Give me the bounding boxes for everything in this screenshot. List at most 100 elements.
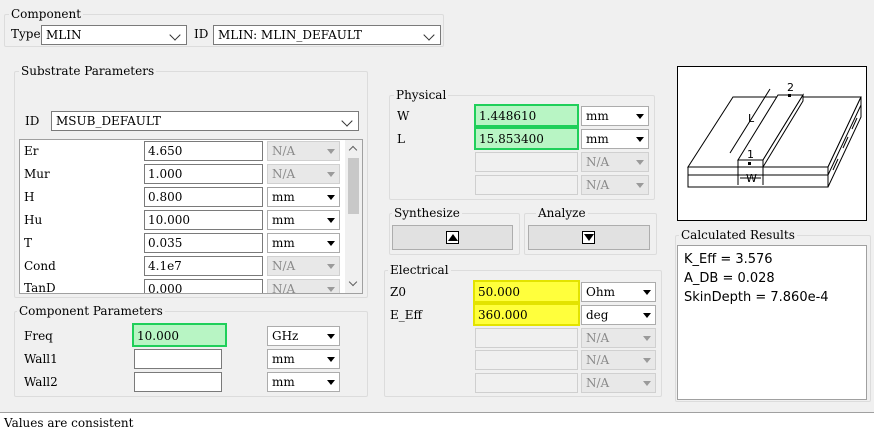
substrate-id-select[interactable]: MSUB_DEFAULT	[51, 111, 359, 131]
status-text: Values are consistent	[4, 416, 134, 430]
wall1-unit-select[interactable]: mm	[267, 349, 340, 369]
physical-w-input[interactable]: 1.448610	[474, 104, 579, 127]
chevron-down-icon	[636, 137, 644, 142]
param-cond-input[interactable]: 4.1e7	[144, 256, 263, 276]
port-2-label: 2	[787, 81, 794, 94]
freq-unit-select[interactable]: GHz	[267, 326, 340, 346]
param-cond-value: 4.1e7	[148, 259, 182, 273]
param-hu-unit-value: mm	[272, 213, 295, 227]
arrow-down-icon	[582, 230, 595, 244]
freq-unit-value: GHz	[272, 329, 299, 343]
physical-title: Physical	[394, 88, 449, 102]
calculated-results-title: Calculated Results	[679, 228, 797, 242]
electrical-empty-unit-value-5: N/A	[586, 376, 610, 390]
component-id-select[interactable]: MLIN: MLIN_DEFAULT	[213, 25, 441, 45]
electrical-empty-input-4	[475, 350, 578, 370]
param-name-h: H	[24, 190, 35, 204]
component-parameters-title: Component Parameters	[17, 304, 165, 318]
param-h-value: 0.800	[148, 190, 183, 204]
chevron-down-icon	[636, 114, 644, 119]
type-label: Type	[11, 27, 41, 41]
param-h-unit[interactable]: mm	[267, 187, 340, 207]
param-t-unit-value: mm	[272, 236, 295, 250]
chevron-down-icon	[643, 381, 651, 386]
param-t-unit[interactable]: mm	[267, 233, 340, 253]
eeff-unit-select[interactable]: deg	[581, 305, 656, 325]
scrollbar-thumb[interactable]	[348, 158, 359, 214]
electrical-empty-unit-4: N/A	[581, 350, 656, 370]
substrate-params-scrollbar[interactable]	[345, 140, 362, 293]
status-bar: Values are consistent	[0, 412, 874, 431]
arrow-up-icon	[445, 230, 459, 244]
chevron-down-icon	[327, 218, 335, 223]
param-tand-row-clip: TanD 0.000 N/A	[20, 277, 345, 293]
freq-value: 10.000	[137, 329, 179, 343]
param-mur-input[interactable]: 1.000	[144, 164, 263, 184]
chevron-down-icon	[327, 380, 335, 385]
z0-unit-value: Ohm	[586, 285, 615, 299]
param-h-input[interactable]: 0.800	[144, 187, 263, 207]
param-t-value: 0.035	[148, 236, 183, 250]
param-tand-unit: N/A	[267, 279, 340, 293]
eeff-input[interactable]: 360.000	[473, 303, 580, 326]
physical-l-value: 15.853400	[479, 132, 544, 146]
param-hu-value: 10.000	[148, 213, 190, 227]
physical-l-input[interactable]: 15.853400	[474, 127, 579, 150]
chevron-down-icon	[423, 29, 435, 41]
z0-unit-select[interactable]: Ohm	[581, 282, 656, 302]
electrical-empty-input-5	[475, 373, 578, 393]
wall1-label: Wall1	[24, 352, 58, 366]
electrical-eeff-label: E_Eff	[390, 308, 423, 322]
wall2-unit-select[interactable]: mm	[267, 372, 340, 392]
param-hu-input[interactable]: 10.000	[144, 210, 263, 230]
param-h-unit-value: mm	[272, 190, 295, 204]
result-k-eff: K_Eff = 3.576	[684, 252, 773, 267]
z0-input[interactable]: 50.000	[473, 280, 580, 303]
wall1-input[interactable]	[134, 349, 222, 369]
scroll-up-icon[interactable]	[348, 145, 358, 155]
physical-empty-unit-4: N/A	[581, 175, 649, 195]
eeff-unit-value: deg	[586, 308, 609, 322]
substrate-id-label: ID	[25, 114, 40, 128]
freq-input[interactable]: 10.000	[132, 323, 227, 347]
component-id-select-value: MLIN: MLIN_DEFAULT	[218, 28, 362, 42]
substrate-id-select-value: MSUB_DEFAULT	[56, 114, 161, 128]
physical-w-unit-value: mm	[586, 109, 609, 123]
param-t-input[interactable]: 0.035	[144, 233, 263, 253]
param-cond-unit-value: N/A	[272, 259, 296, 273]
analyze-button[interactable]	[528, 225, 650, 250]
wall2-input[interactable]	[134, 372, 222, 392]
chevron-down-icon	[643, 336, 651, 341]
analyze-title: Analyze	[536, 206, 588, 220]
physical-l-unit-select[interactable]: mm	[581, 129, 649, 149]
electrical-empty-unit-value-3: N/A	[586, 331, 610, 345]
param-er-input[interactable]: 4.650	[144, 141, 263, 161]
param-er-unit: N/A	[267, 141, 340, 161]
length-label: L	[748, 112, 755, 125]
param-cond-unit: N/A	[267, 256, 340, 276]
port-1-label: 1	[747, 148, 754, 161]
param-name-t: T	[24, 236, 33, 250]
microstrip-line-illustration: 1 2 L W	[687, 81, 862, 188]
z0-value: 50.000	[478, 285, 520, 299]
electrical-empty-unit-5: N/A	[581, 373, 656, 393]
scroll-down-icon[interactable]	[348, 277, 358, 287]
chevron-down-icon	[643, 358, 651, 363]
synthesize-button[interactable]	[392, 225, 513, 250]
param-name-cond: Cond	[24, 259, 56, 273]
param-er-unit-value: N/A	[272, 144, 296, 158]
result-skin-depth: SkinDepth = 7.860e-4	[684, 290, 829, 305]
chevron-down-icon	[327, 287, 335, 292]
wall1-unit-value: mm	[272, 352, 295, 366]
chevron-down-icon	[327, 264, 335, 269]
physical-w-unit-select[interactable]: mm	[581, 106, 649, 126]
result-a-db: A_DB = 0.028	[684, 271, 775, 286]
electrical-empty-unit-value-4: N/A	[586, 353, 610, 367]
chevron-down-icon	[636, 160, 644, 165]
physical-empty-unit-value-4: N/A	[586, 178, 610, 192]
param-hu-unit[interactable]: mm	[267, 210, 340, 230]
chevron-down-icon	[643, 313, 651, 318]
param-tand-input[interactable]: 0.000	[144, 279, 263, 293]
type-select[interactable]: MLIN	[41, 25, 187, 45]
calculated-results-box: K_Eff = 3.576 A_DB = 0.028 SkinDepth = 7…	[677, 245, 867, 400]
